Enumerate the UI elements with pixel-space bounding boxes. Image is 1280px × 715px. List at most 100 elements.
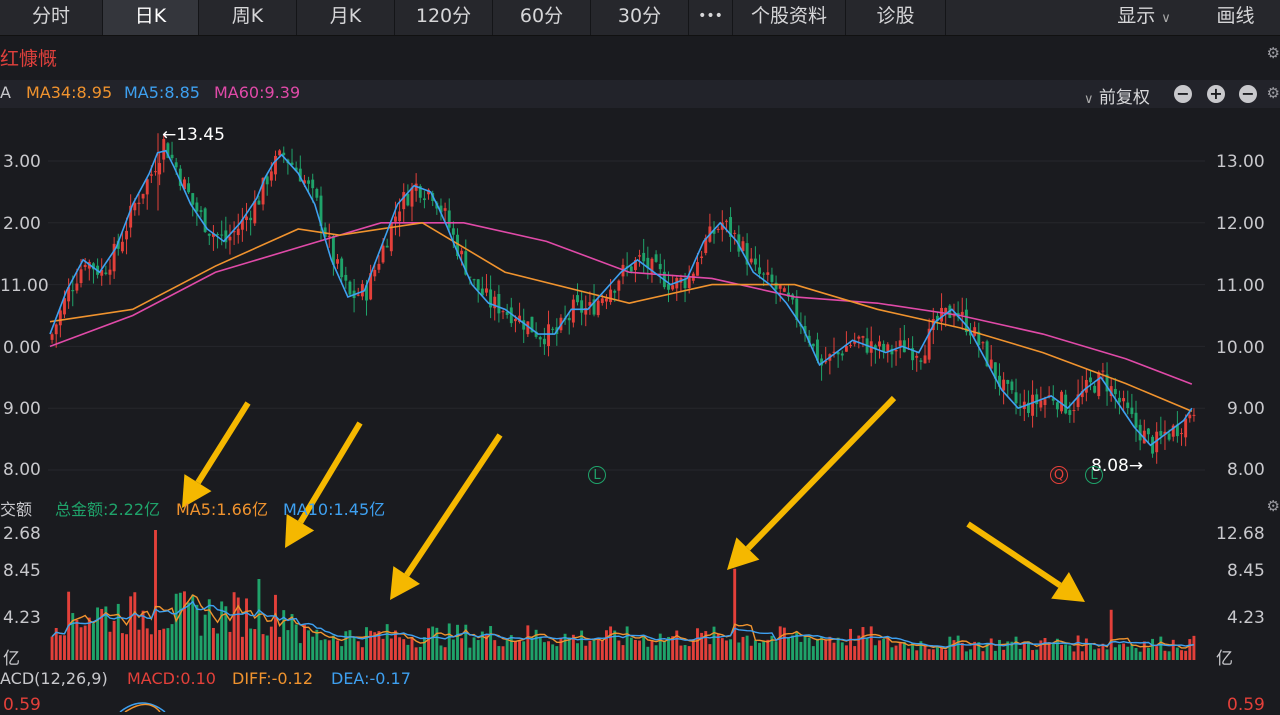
volume-bar bbox=[555, 646, 559, 660]
volume-bar bbox=[1184, 650, 1188, 660]
candle-body bbox=[394, 216, 397, 222]
volume-bar bbox=[96, 607, 100, 660]
volume-bar bbox=[323, 639, 327, 660]
volume-bar bbox=[427, 628, 431, 660]
candle-body bbox=[253, 200, 257, 224]
volume-bar bbox=[629, 637, 633, 660]
candle-body bbox=[443, 208, 447, 211]
candle-body bbox=[766, 272, 770, 275]
volume-bar bbox=[240, 636, 244, 660]
volume-bar bbox=[1064, 644, 1068, 660]
volume-bar bbox=[1035, 649, 1039, 660]
candle-body bbox=[278, 150, 282, 156]
volume-bar bbox=[840, 642, 844, 660]
candle-body bbox=[133, 203, 137, 211]
volume-bar bbox=[1101, 643, 1105, 660]
volume-bar bbox=[120, 633, 124, 660]
volume-total-label: 总金额:2.22亿 bbox=[55, 500, 161, 519]
volume-ma10-line bbox=[51, 600, 1194, 648]
candle-body bbox=[344, 274, 348, 281]
candle-body bbox=[700, 256, 704, 258]
candle-body bbox=[265, 176, 269, 185]
volume-bar bbox=[451, 639, 455, 660]
volume-bar bbox=[207, 599, 211, 660]
volume-prefix: 交额 bbox=[0, 500, 33, 519]
volume-bar bbox=[911, 642, 915, 660]
candle-body bbox=[952, 315, 956, 317]
volume-bar bbox=[964, 651, 968, 660]
candle-body bbox=[141, 193, 145, 199]
candle-body bbox=[108, 269, 112, 275]
volume-bar bbox=[1089, 643, 1092, 660]
candle-body bbox=[236, 228, 240, 236]
candle-body bbox=[724, 220, 728, 222]
volume-bar bbox=[1055, 638, 1059, 660]
candle-body bbox=[1060, 391, 1063, 412]
candle-body bbox=[617, 280, 621, 291]
candle-body bbox=[567, 317, 571, 321]
volume-bar bbox=[369, 630, 373, 660]
candle-body bbox=[406, 193, 410, 206]
volume-bar bbox=[443, 647, 447, 660]
volume-bar bbox=[1175, 647, 1179, 660]
volume-bar bbox=[1159, 636, 1163, 660]
candle-body bbox=[485, 288, 488, 293]
volume-bar bbox=[108, 631, 112, 660]
volume-bar bbox=[431, 626, 435, 660]
volume-bar bbox=[753, 640, 757, 660]
macd-prefix: ACD(12,26,9) bbox=[0, 669, 108, 688]
candle-body bbox=[1072, 410, 1076, 412]
kline-chart[interactable] bbox=[0, 0, 1280, 712]
volume-bar bbox=[75, 620, 79, 660]
volume-bar bbox=[878, 640, 881, 660]
volume-bar bbox=[1031, 650, 1035, 660]
volume-bar bbox=[257, 579, 261, 660]
macd-value-label: MACD:0.10 bbox=[127, 669, 216, 688]
volume-axis-right-4: 亿 bbox=[1216, 649, 1233, 669]
annotation-arrow-head bbox=[390, 566, 420, 600]
candle-body bbox=[878, 341, 881, 347]
candle-body bbox=[1089, 377, 1092, 383]
volume-bar bbox=[633, 639, 637, 660]
candle-body bbox=[348, 281, 352, 295]
candle-body bbox=[923, 355, 927, 364]
candle-body bbox=[501, 311, 505, 313]
annotation-arrow-line bbox=[966, 521, 1062, 588]
volume-bar bbox=[352, 636, 356, 660]
candle-body bbox=[753, 258, 757, 265]
volume-bar bbox=[542, 642, 546, 660]
candle-body bbox=[547, 324, 550, 347]
volume-bar bbox=[931, 649, 935, 660]
marker-l-icon[interactable]: L bbox=[588, 466, 606, 484]
volume-bar bbox=[154, 530, 157, 660]
marker-q-icon[interactable]: Q bbox=[1050, 466, 1068, 484]
candle-body bbox=[83, 264, 87, 268]
candle-body bbox=[580, 300, 584, 313]
marker-l-icon[interactable]: L bbox=[1085, 466, 1103, 484]
volume-bar bbox=[886, 637, 890, 660]
volume-bar bbox=[861, 627, 865, 660]
volume-bar bbox=[389, 638, 393, 660]
candle-body bbox=[199, 210, 203, 212]
volume-bar bbox=[935, 646, 939, 660]
candle-body bbox=[1134, 412, 1138, 428]
candle-body bbox=[137, 202, 141, 205]
candle-body bbox=[398, 211, 402, 222]
volume-bar bbox=[683, 645, 687, 660]
volume-bar bbox=[447, 623, 451, 660]
volume-bar bbox=[344, 631, 348, 660]
volume-bar bbox=[265, 635, 269, 660]
volume-bar bbox=[356, 641, 360, 660]
volume-bar bbox=[820, 636, 824, 660]
volume-bar bbox=[456, 624, 459, 660]
candle-body bbox=[629, 266, 633, 272]
candle-body bbox=[1101, 370, 1105, 372]
volume-bar bbox=[605, 630, 608, 660]
candle-body bbox=[336, 259, 339, 264]
volume-bar bbox=[422, 637, 426, 660]
gear-icon[interactable]: ⚙ bbox=[1267, 497, 1280, 515]
volume-bar bbox=[836, 637, 840, 660]
candle-body bbox=[538, 337, 542, 340]
volume-bar bbox=[1118, 644, 1121, 660]
volume-bar bbox=[137, 629, 141, 660]
